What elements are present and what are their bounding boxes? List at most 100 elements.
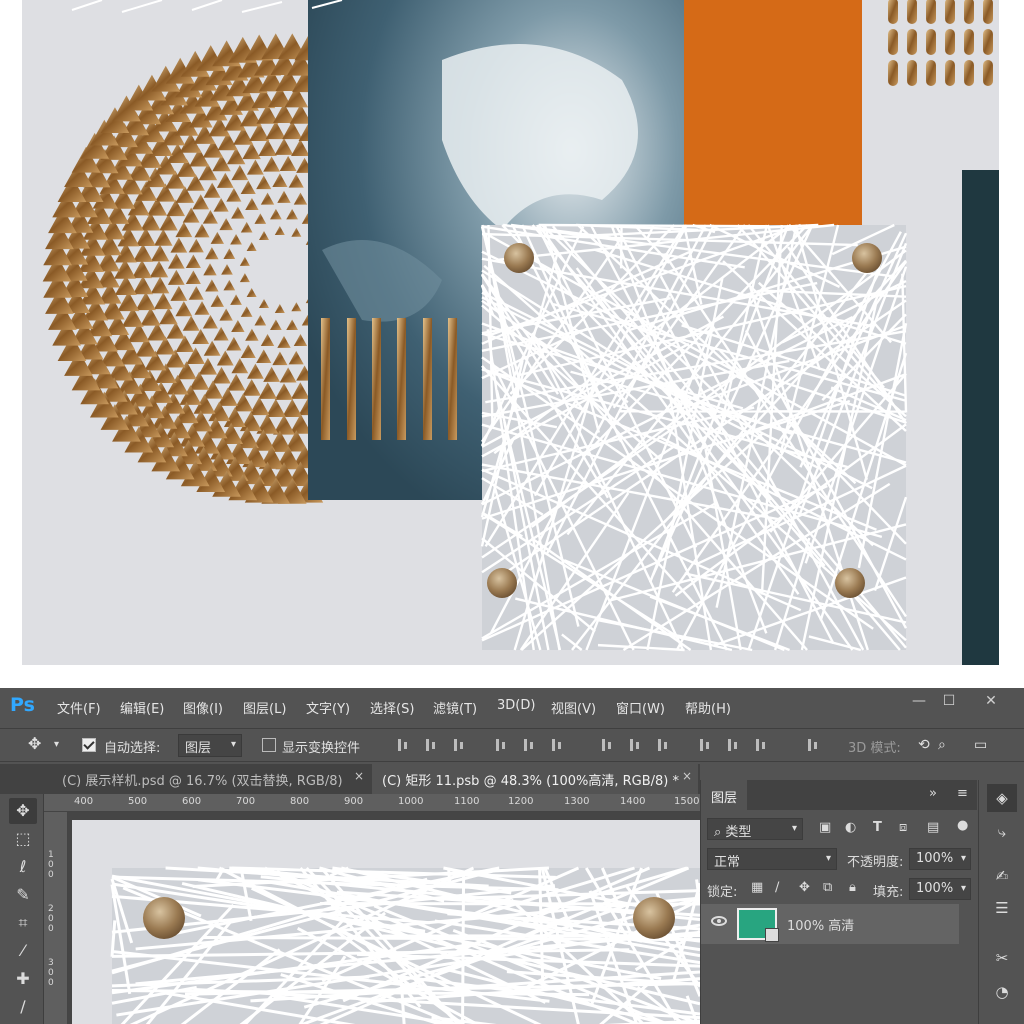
auto-select-label: 自动选择:	[104, 741, 161, 756]
tab-label: (C) 展示样机.psd @ 16.7% (双击替换, RGB/8)	[62, 774, 343, 789]
healing-brush-tool-icon[interactable]: ✚	[9, 966, 37, 992]
rotate-3d-icon[interactable]: ⟲	[918, 737, 930, 753]
fill-input[interactable]: 100% ▾	[909, 878, 971, 900]
fill-value: 100%	[916, 881, 954, 896]
move-tool-icon[interactable]: ✥	[9, 798, 37, 824]
layers-icon[interactable]: ◈	[987, 784, 1017, 812]
close-button[interactable]: ✕	[974, 688, 1008, 714]
move-tool-icon[interactable]: ✥	[28, 734, 41, 753]
history-icon[interactable]: ◔	[987, 978, 1017, 1006]
close-icon[interactable]: ×	[682, 769, 692, 783]
menu-window[interactable]: 窗口(W)	[616, 698, 665, 717]
layer-name: 100% 高清	[787, 919, 855, 934]
layers-panel: 图层 » ≡ ⌕ 类型 ▾ ▣ ◐ T ⧈ ▤ ● 正常 ▾ 不透明度: 100% ▾…	[700, 780, 977, 1024]
distribute-vcenter-icon[interactable]	[628, 737, 644, 753]
minimize-button[interactable]: —	[902, 688, 936, 714]
filter-toggle-icon[interactable]: ●	[957, 818, 968, 833]
menu-select[interactable]: 选择(S)	[370, 698, 414, 717]
tools-icon[interactable]: ✂	[987, 944, 1017, 972]
lock-transparent-icon[interactable]: ▦	[751, 880, 763, 895]
crop-tool-icon[interactable]: ⌗	[9, 910, 37, 936]
filter-type-icon[interactable]: T	[873, 820, 882, 835]
workspace-icon[interactable]: ▭	[974, 737, 987, 753]
tab-showcase-psd[interactable]: (C) 展示样机.psd @ 16.7% (双击替换, RGB/8) ×	[52, 764, 370, 794]
ruler-label: 100	[48, 850, 54, 880]
show-transform-checkbox[interactable]	[262, 738, 276, 752]
blend-mode-value: 正常	[714, 855, 741, 870]
opacity-label: 不透明度:	[847, 855, 904, 870]
tab-rect-psb[interactable]: (C) 矩形 11.psb @ 48.3% (100%高清, RGB/8) * …	[372, 764, 698, 794]
lock-pixels-icon[interactable]: ∕	[775, 880, 779, 895]
distribute-right-icon[interactable]	[754, 737, 770, 753]
layer-filter-row: ⌕ 类型 ▾ ▣ ◐ T ⧈ ▤ ●	[701, 814, 977, 844]
eyedropper-tool-icon[interactable]: ⁄	[9, 938, 37, 964]
paths-icon[interactable]: ⤷	[987, 818, 1017, 846]
panel-header: 图层 » ≡	[701, 780, 977, 810]
menu-view[interactable]: 视图(V)	[551, 698, 596, 717]
lock-artboard-icon[interactable]: ⧉	[823, 880, 832, 895]
lasso-tool-icon[interactable]: ℓ	[9, 854, 37, 880]
filter-pixel-icon[interactable]: ▣	[819, 820, 831, 835]
adjust-icon[interactable]: ☰	[987, 894, 1017, 922]
menu-file[interactable]: 文件(F)	[57, 698, 101, 717]
document-canvas[interactable]	[72, 820, 700, 1024]
distribute-hcenter-icon[interactable]	[726, 737, 742, 753]
align-left-icon[interactable]	[494, 737, 510, 753]
canvas-area[interactable]	[68, 812, 700, 1024]
marquee-tool-icon[interactable]: ⬚	[9, 826, 37, 852]
filter-kind-value: 类型	[725, 825, 752, 840]
filter-kind-dropdown[interactable]: ⌕ 类型 ▾	[707, 818, 803, 840]
distribute-top-icon[interactable]	[600, 737, 616, 753]
magic-wand-tool-icon[interactable]: ✎	[9, 882, 37, 908]
auto-select-checkbox[interactable]	[82, 738, 96, 752]
menu-edit[interactable]: 编辑(E)	[120, 698, 164, 717]
lock-all-icon[interactable]: 🔒︎	[849, 880, 856, 895]
chevron-down-icon[interactable]: ▾	[54, 739, 59, 750]
opacity-input[interactable]: 100% ▾	[909, 848, 971, 870]
lock-label: 锁定:	[707, 885, 738, 900]
eye-icon[interactable]	[711, 916, 727, 926]
menu-type[interactable]: 文字(Y)	[306, 698, 350, 717]
align-top-icon[interactable]	[396, 737, 412, 753]
menu-bar: Ps 文件(F) 编辑(E) 图像(I) 图层(L) 文字(Y) 选择(S) 滤…	[0, 688, 1024, 724]
filter-adjust-icon[interactable]: ◐	[845, 820, 856, 835]
search-icon: ⌕	[714, 825, 726, 840]
menu-layer[interactable]: 图层(L)	[243, 698, 286, 717]
options-bar: ✥ ▾ 自动选择: 图层 ▾ 显示变换控件 3D 模式: ⟲ ⌕ ▭	[0, 728, 1024, 762]
auto-align-icon[interactable]	[806, 737, 822, 753]
brush-settings-icon[interactable]: ✍	[987, 862, 1017, 890]
lock-position-icon[interactable]: ✥	[799, 880, 810, 895]
align-bottom-icon[interactable]	[452, 737, 468, 753]
menu-3d[interactable]: 3D(D)	[497, 698, 535, 713]
ruler-horizontal: 400 500 600 700 800 900 1000 1100 1200 1…	[44, 794, 700, 812]
maximize-button[interactable]: ☐	[932, 688, 966, 714]
layers-tab[interactable]: 图层	[701, 780, 748, 810]
align-right-icon[interactable]	[550, 737, 566, 753]
ruler-label: 1500	[674, 796, 700, 807]
collapse-icon[interactable]: »	[929, 786, 937, 801]
ruler-label: 1400	[620, 796, 646, 807]
blend-row: 正常 ▾ 不透明度: 100% ▾	[701, 844, 977, 874]
filter-shape-icon[interactable]: ⧈	[899, 820, 907, 835]
menu-image[interactable]: 图像(I)	[183, 698, 223, 717]
menu-help[interactable]: 帮助(H)	[685, 698, 731, 717]
blend-mode-dropdown[interactable]: 正常 ▾	[707, 848, 837, 870]
panel-menu-icon[interactable]: ≡	[957, 786, 968, 801]
close-icon[interactable]: ×	[354, 769, 364, 783]
ruler-label: 500	[128, 796, 148, 807]
layer-thumbnail	[737, 908, 779, 942]
menu-filter[interactable]: 滤镜(T)	[433, 698, 477, 717]
align-vcenter-icon[interactable]	[424, 737, 440, 753]
triangle-ring-pattern	[42, 33, 324, 504]
filter-smart-icon[interactable]: ▤	[927, 820, 939, 835]
artwork-preview	[22, 0, 999, 665]
search-icon[interactable]: ⌕	[938, 737, 946, 753]
auto-select-target-dropdown[interactable]: 图层 ▾	[178, 734, 242, 757]
brush-tool-icon[interactable]: ∕	[9, 994, 37, 1020]
layer-item[interactable]: 100% 高清	[701, 904, 959, 944]
distribute-left-icon[interactable]	[698, 737, 714, 753]
distribute-bottom-icon[interactable]	[656, 737, 672, 753]
align-hcenter-icon[interactable]	[522, 737, 538, 753]
ruler-label: 1300	[564, 796, 590, 807]
ruler-label: 600	[182, 796, 202, 807]
